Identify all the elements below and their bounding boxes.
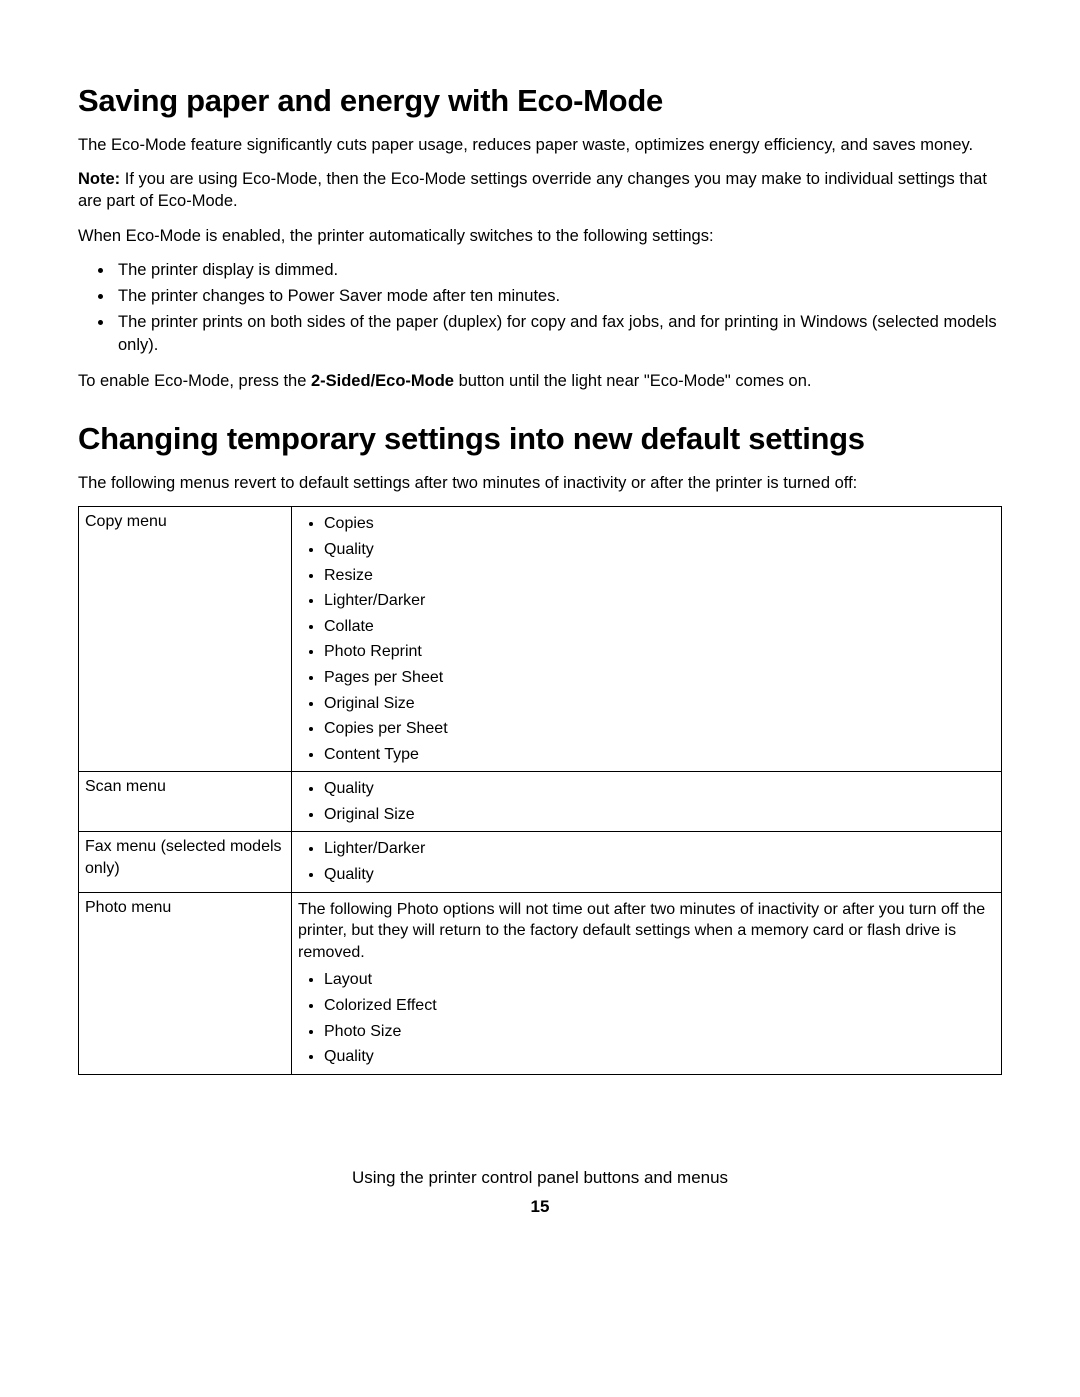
footer-chapter-title: Using the printer control panel buttons …: [78, 1167, 1002, 1190]
menu-items-cell: Lighter/Darker Quality: [292, 832, 1002, 892]
settings-table: Copy menu Copies Quality Resize Lighter/…: [78, 506, 1002, 1074]
list-item: Colorized Effect: [324, 993, 995, 1019]
note-paragraph: Note: If you are using Eco-Mode, then th…: [78, 168, 1002, 213]
list-item: Resize: [324, 563, 995, 589]
heading-eco-mode: Saving paper and energy with Eco-Mode: [78, 80, 1002, 122]
table-row: Scan menu Quality Original Size: [79, 772, 1002, 832]
list-item: Pages per Sheet: [324, 665, 995, 691]
footer-page-number: 15: [78, 1196, 1002, 1219]
list-item: Copies: [324, 511, 995, 537]
list-item: The printer display is dimmed.: [114, 259, 1002, 281]
button-name-bold: 2-Sided/Eco-Mode: [311, 372, 454, 390]
photo-menu-note: The following Photo options will not tim…: [298, 899, 995, 964]
list-item: Collate: [324, 614, 995, 640]
menu-items-cell: Quality Original Size: [292, 772, 1002, 832]
eco-settings-list: The printer display is dimmed. The print…: [78, 259, 1002, 356]
list-item: Lighter/Darker: [324, 588, 995, 614]
list-item: Photo Reprint: [324, 639, 995, 665]
revert-paragraph: The following menus revert to default se…: [78, 472, 1002, 494]
list-item: Photo Size: [324, 1019, 995, 1045]
table-row: Fax menu (selected models only) Lighter/…: [79, 832, 1002, 892]
list-item: Lighter/Darker: [324, 836, 995, 862]
text-fragment: To enable Eco-Mode, press the: [78, 372, 311, 390]
menu-label-cell: Scan menu: [79, 772, 292, 832]
eco-enabled-paragraph: When Eco-Mode is enabled, the printer au…: [78, 225, 1002, 247]
enable-eco-paragraph: To enable Eco-Mode, press the 2-Sided/Ec…: [78, 370, 1002, 392]
page-footer: Using the printer control panel buttons …: [78, 1167, 1002, 1219]
list-item: Original Size: [324, 691, 995, 717]
list-item: The printer changes to Power Saver mode …: [114, 285, 1002, 307]
text-fragment: button until the light near "Eco-Mode" c…: [454, 372, 812, 390]
menu-items-cell: Copies Quality Resize Lighter/Darker Col…: [292, 507, 1002, 772]
list-item: Content Type: [324, 742, 995, 768]
list-item: Quality: [324, 537, 995, 563]
heading-default-settings: Changing temporary settings into new def…: [78, 418, 1002, 460]
intro-paragraph: The Eco-Mode feature significantly cuts …: [78, 134, 1002, 156]
note-body: If you are using Eco-Mode, then the Eco-…: [78, 170, 987, 210]
list-item: Original Size: [324, 802, 995, 828]
menu-items-cell: The following Photo options will not tim…: [292, 892, 1002, 1074]
list-item: Layout: [324, 967, 995, 993]
list-item: The printer prints on both sides of the …: [114, 311, 1002, 356]
menu-label-cell: Copy menu: [79, 507, 292, 772]
list-item: Quality: [324, 1044, 995, 1070]
table-row: Photo menu The following Photo options w…: [79, 892, 1002, 1074]
menu-label-cell: Fax menu (selected models only): [79, 832, 292, 892]
list-item: Copies per Sheet: [324, 716, 995, 742]
list-item: Quality: [324, 862, 995, 888]
list-item: Quality: [324, 776, 995, 802]
table-row: Copy menu Copies Quality Resize Lighter/…: [79, 507, 1002, 772]
menu-label-cell: Photo menu: [79, 892, 292, 1074]
note-label: Note:: [78, 170, 120, 188]
